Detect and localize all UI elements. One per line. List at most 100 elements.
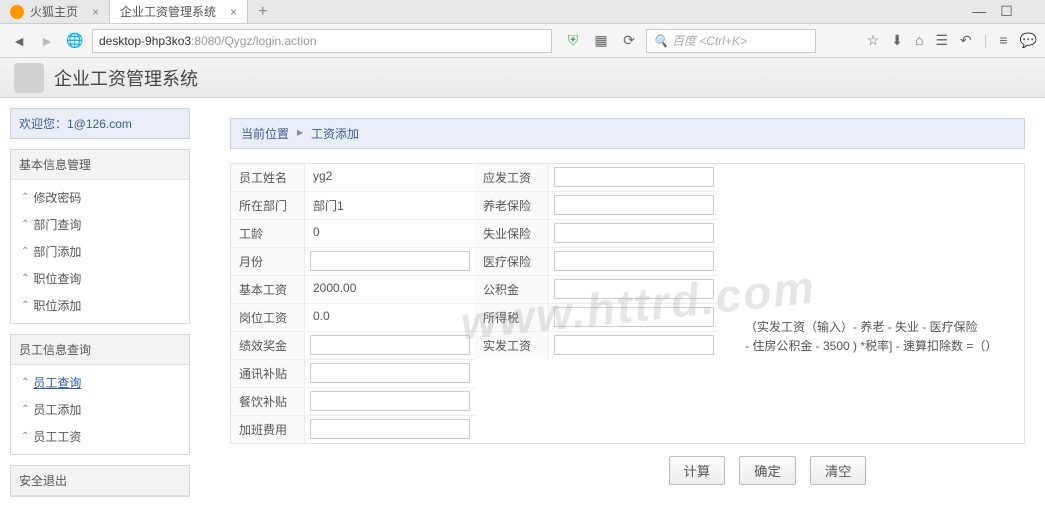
nav-change-password[interactable]: ⌃修改密码 [11,184,189,211]
nav-emp-add[interactable]: ⌃员工添加 [11,396,189,423]
list-icon[interactable]: ☰ [935,32,948,49]
app-title: 企业工资管理系统 [54,65,198,91]
browser-tab-app[interactable]: 企业工资管理系统 × [110,0,248,23]
input-fund[interactable] [554,279,714,299]
button-row: 计算 确定 清空 [230,456,1025,485]
value-base: 2000.00 [305,276,475,303]
nav-position-query[interactable]: ⌃职位查询 [11,265,189,292]
chevron-right-icon: ▸ [297,125,303,142]
label-base: 基本工资 [231,276,305,303]
input-net[interactable] [554,335,714,355]
nav-position-add[interactable]: ⌃职位添加 [11,292,189,319]
form-right-col: 应发工资 养老保险 失业保险 医疗保险 公积金 所得税 实发工资 [475,164,719,443]
input-unemp[interactable] [554,223,714,243]
url-path: :8080/Qygz/login.action [191,34,316,48]
maximize-icon[interactable]: ☐ [1000,3,1013,20]
label-med: 医疗保险 [475,248,549,275]
back-button[interactable]: ◄ [8,30,30,52]
form-left-col: 员工姓名yg2 所在部门部门1 工龄0 月份 基本工资2000.00 岗位工资0… [231,164,475,443]
nav-dept-add[interactable]: ⌃部门添加 [11,238,189,265]
download-icon[interactable]: ⬇ [891,32,903,49]
caret-icon: ⌃ [21,192,29,203]
main-layout: 欢迎您：1@126.com 基本信息管理 ⌃修改密码 ⌃部门查询 ⌃部门添加 ⌃… [0,98,1045,515]
input-perf[interactable] [310,335,470,355]
input-tax[interactable] [554,307,714,327]
label-age: 工龄 [231,220,305,247]
breadcrumb: 当前位置 ▸ 工资添加 [230,118,1025,149]
breadcrumb-page: 工资添加 [311,125,359,142]
formula-line2: - 住房公积金 - 3500 ) *税率] - 速算扣除数 =（） [745,337,1025,356]
label-gross: 应发工资 [475,164,549,191]
window-titlebar: 火狐主页 × 企业工资管理系统 × + — ☐ × [0,0,1045,24]
new-tab-button[interactable]: + [248,3,277,21]
app-header: 企业工资管理系统 [0,58,1045,98]
home-icon[interactable]: ⌂ [915,32,923,49]
label-post: 岗位工资 [231,304,305,331]
label-tax: 所得税 [475,304,549,331]
label-fund: 公积金 [475,276,549,303]
clear-button[interactable]: 清空 [810,456,867,485]
undo-icon[interactable]: ↶ [960,32,972,49]
formula-line1: （实发工资（输入）- 养老 - 失业 - 医疗保险 [745,318,1025,337]
menu-icon[interactable]: ≡ [999,32,1007,49]
url-input[interactable]: desktop-9hp3ko3:8080/Qygz/login.action [92,29,552,53]
globe-icon: 🌐 [64,30,86,52]
tab-label: 企业工资管理系统 [120,3,216,20]
input-month[interactable] [310,251,470,271]
panel-title: 安全退出 [11,466,189,496]
caret-icon: ⌃ [21,404,29,415]
caret-icon: ⌃ [21,246,29,257]
value-dept: 部门1 [305,192,475,219]
calc-button[interactable]: 计算 [669,456,726,485]
value-post: 0.0 [305,304,475,331]
window-controls: — ☐ × [972,3,1045,20]
nav-emp-salary[interactable]: ⌃员工工资 [11,423,189,450]
firefox-icon [10,5,24,19]
formula-hint: （实发工资（输入）- 养老 - 失业 - 医疗保险 - 住房公积金 - 3500… [745,318,1025,356]
caret-icon: ⌃ [21,377,29,388]
search-icon: 🔍 [653,34,668,48]
url-host: desktop-9hp3ko3 [99,34,191,48]
panel-employee: 员工信息查询 ⌃员工查询 ⌃员工添加 ⌃员工工资 [10,334,190,455]
input-pension[interactable] [554,195,714,215]
caret-icon: ⌃ [21,300,29,311]
browser-tab-home[interactable]: 火狐主页 × [0,0,110,23]
url-bar: ◄ ► 🌐 desktop-9hp3ko3:8080/Qygz/login.ac… [0,24,1045,58]
chat-icon[interactable]: 💬 [1020,32,1037,49]
forward-button[interactable]: ► [36,30,58,52]
input-med[interactable] [554,251,714,271]
label-month: 月份 [231,248,305,275]
label-food: 餐饮补贴 [231,388,305,415]
label-ot: 加班费用 [231,416,305,443]
minimize-icon[interactable]: — [972,3,986,20]
input-ot[interactable] [310,419,470,439]
input-food[interactable] [310,391,470,411]
reload-icon[interactable]: ⟳ [618,30,640,52]
panel-logout[interactable]: 安全退出 [10,465,190,497]
sidebar: 欢迎您：1@126.com 基本信息管理 ⌃修改密码 ⌃部门查询 ⌃部门添加 ⌃… [0,98,200,515]
label-unemp: 失业保险 [475,220,549,247]
nav-dept-query[interactable]: ⌃部门查询 [11,211,189,238]
label-net: 实发工资 [475,332,549,359]
input-gross[interactable] [554,167,714,187]
content-area: 当前位置 ▸ 工资添加 www.httrd.com 员工姓名yg2 所在部门部门… [200,98,1045,515]
search-placeholder: 百度 <Ctrl+K> [672,32,747,49]
input-comm[interactable] [310,363,470,383]
qr-icon[interactable]: ▦ [590,30,612,52]
label-comm: 通讯补贴 [231,360,305,387]
nav-emp-query[interactable]: ⌃员工查询 [11,369,189,396]
label-name: 员工姓名 [231,164,305,191]
welcome-box: 欢迎您：1@126.com [10,108,190,139]
toolbar-icons: ☆ ⬇ ⌂ ☰ ↶ | ≡ 💬 [867,32,1037,49]
panel-title: 基本信息管理 [11,150,189,180]
close-icon[interactable]: × [92,5,99,19]
close-icon[interactable]: × [230,5,237,19]
search-input[interactable]: 🔍 百度 <Ctrl+K> [646,29,816,53]
value-name: yg2 [305,164,475,191]
caret-icon: ⌃ [21,219,29,230]
label-perf: 绩效奖金 [231,332,305,359]
ok-button[interactable]: 确定 [739,456,796,485]
shield-icon[interactable]: ⛨ [562,30,584,52]
bookmark-icon[interactable]: ☆ [867,32,880,49]
panel-title: 员工信息查询 [11,335,189,365]
